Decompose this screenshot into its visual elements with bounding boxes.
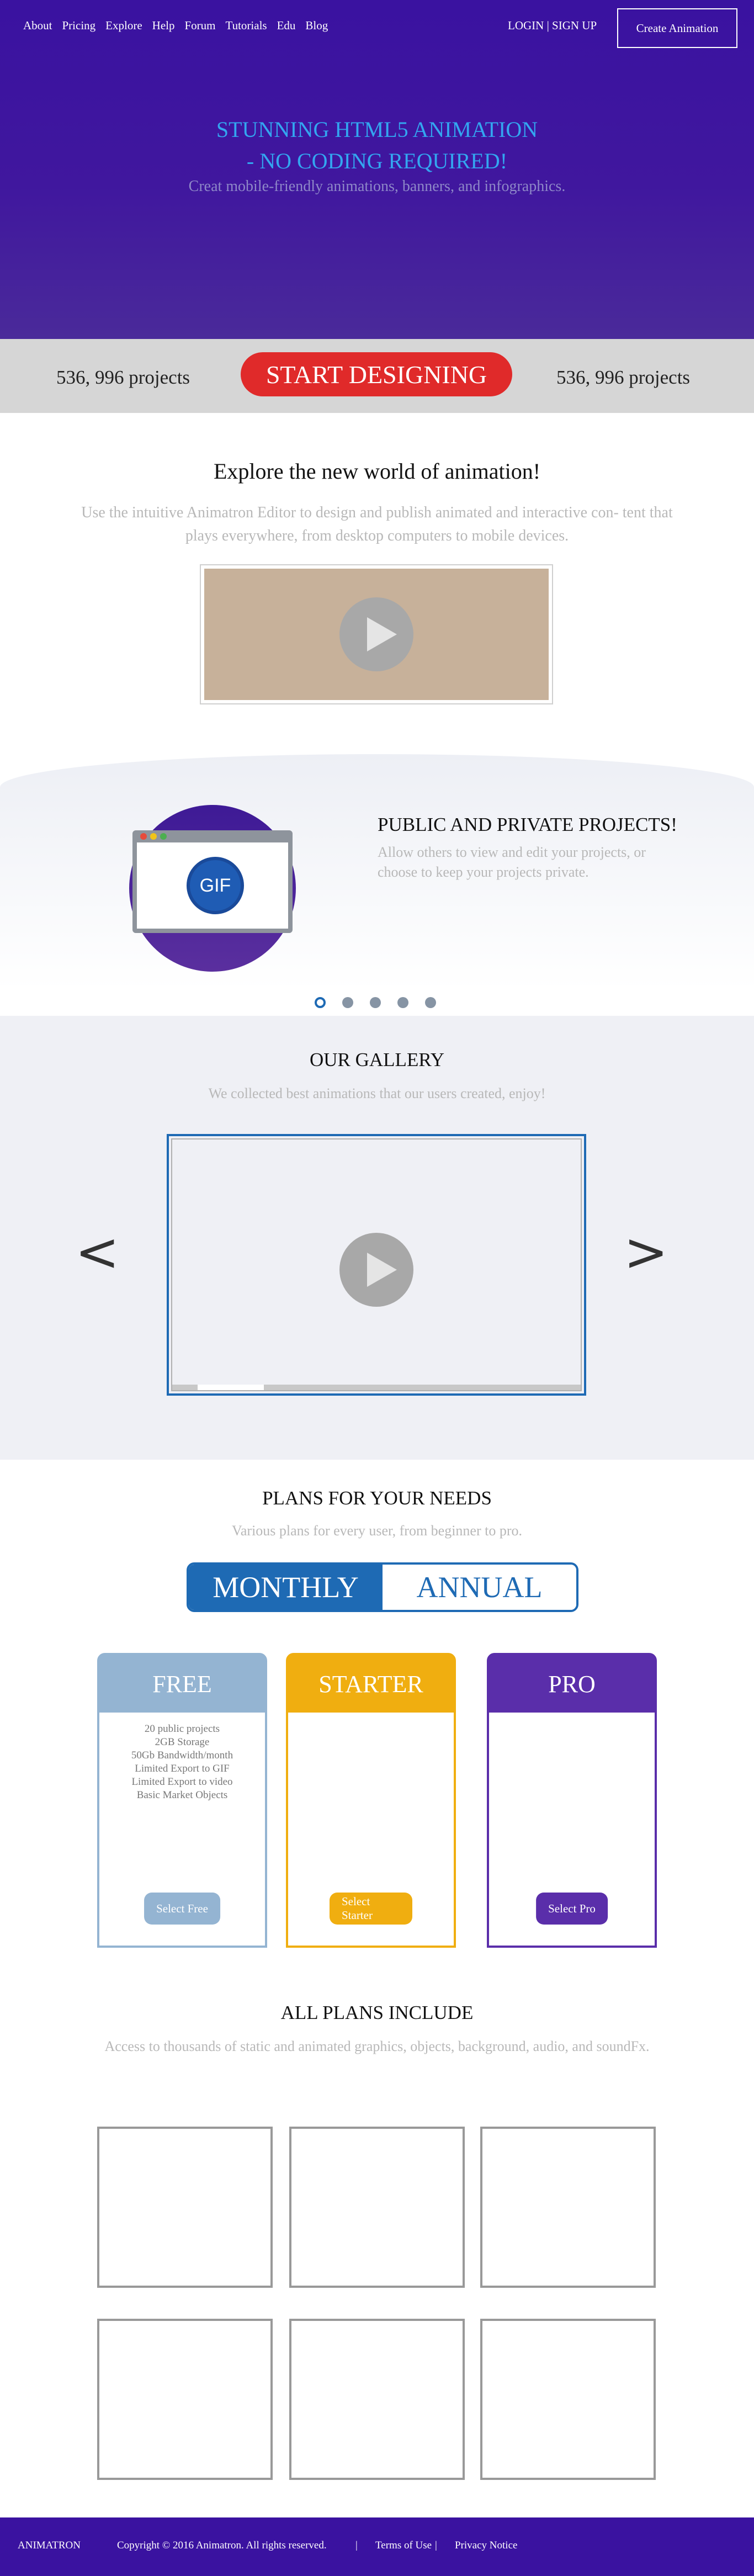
gallery-progress-fill — [198, 1385, 264, 1390]
nav-about[interactable]: About — [23, 19, 52, 33]
plan-feature: Basic Market Objects — [136, 1789, 228, 1801]
toggle-monthly[interactable]: MONTHLY — [189, 1565, 383, 1610]
billing-toggle: MONTHLY ANNUAL — [187, 1562, 578, 1612]
slider-dot-4[interactable] — [397, 997, 408, 1008]
cta-band: 536, 996 projects START DESIGNING 536, 9… — [0, 339, 754, 413]
plans-subtitle: Various plans for every user, from begin… — [231, 1523, 523, 1539]
nav-explore[interactable]: Explore — [105, 19, 142, 33]
login-signup-link[interactable]: LOGIN | SIGN UP — [508, 19, 597, 33]
slider-dot-3[interactable] — [370, 997, 381, 1008]
include-tile — [97, 2127, 273, 2288]
nav-blog[interactable]: Blog — [305, 19, 328, 33]
include-title: ALL PLANS INCLUDE — [280, 2002, 474, 2023]
footer-privacy-link[interactable]: Privacy Notice — [455, 2540, 517, 2552]
window-dot-green — [160, 833, 167, 840]
select-pro-button[interactable]: Select Pro — [536, 1893, 608, 1925]
slider-dot-1[interactable] — [315, 997, 326, 1008]
plan-card-free: FREE 20 public projects 2GB Storage 50Gb… — [97, 1653, 267, 1948]
feature-slider-background — [0, 754, 754, 1016]
nav-edu[interactable]: Edu — [277, 19, 296, 33]
gallery-title: OUR GALLERY — [309, 1049, 445, 1070]
window-dot-red — [140, 833, 147, 840]
gallery-play-icon[interactable] — [339, 1233, 413, 1307]
project-count-left: 536, 996 projects — [56, 367, 190, 388]
plan-name: STARTER — [288, 1655, 454, 1713]
explore-title: Explore the new world of animation! — [213, 459, 541, 484]
select-free-button[interactable]: Select Free — [144, 1893, 220, 1925]
include-subtitle: Access to thousands of static and animat… — [104, 2038, 650, 2054]
feature-text: Allow others to view and edit your proje… — [378, 844, 646, 880]
footer-separator: | — [435, 2540, 437, 2551]
plan-feature: 2GB Storage — [155, 1736, 210, 1748]
feature-title: PUBLIC AND PRIVATE PROJECTS! — [378, 814, 677, 835]
include-tile — [480, 2319, 656, 2480]
hero-subtitle: Creat mobile-friendly animations, banner… — [188, 178, 566, 195]
hero-title: STUNNING HTML5 ANIMATION - NO CODING REQ… — [216, 117, 538, 173]
include-tile — [97, 2319, 273, 2480]
plan-feature: Limited Export to GIF — [135, 1763, 230, 1774]
video-poster — [204, 569, 549, 700]
plans-title: PLANS FOR YOUR NEEDS — [262, 1487, 492, 1509]
create-animation-button[interactable]: Create Animation — [617, 8, 737, 48]
gallery-section: OUR GALLERY We collected best animations… — [0, 1016, 754, 1460]
project-count-right: 536, 996 projects — [556, 367, 691, 388]
footer-separator: | — [355, 2540, 358, 2551]
plan-feature: Limited Export to video — [131, 1776, 233, 1788]
play-icon[interactable] — [339, 597, 413, 671]
main-nav: About Pricing Explore Help Forum Tutoria… — [23, 19, 338, 33]
nav-pricing[interactable]: Pricing — [62, 19, 96, 33]
nav-forum[interactable]: Forum — [184, 19, 215, 33]
gallery-next-arrow[interactable]: > — [624, 1226, 668, 1279]
plan-name: FREE — [99, 1655, 265, 1713]
include-tile — [289, 2319, 465, 2480]
plan-feature: 50Gb Bandwidth/month — [131, 1750, 233, 1761]
plan-card-starter: STARTER Select Starter — [286, 1653, 456, 1948]
site-footer: ANIMATRON Copyright © 2016 Animatron. Al… — [0, 2517, 754, 2576]
window-dot-yellow — [150, 833, 157, 840]
slider-dots — [315, 997, 436, 1008]
start-designing-button[interactable]: START DESIGNING — [241, 352, 512, 396]
gallery-viewport — [171, 1138, 582, 1391]
gallery-subtitle: We collected best animations that our us… — [208, 1085, 546, 1101]
include-tile — [480, 2127, 656, 2288]
toggle-annual[interactable]: ANNUAL — [383, 1565, 576, 1610]
hero-section: About Pricing Explore Help Forum Tutoria… — [0, 0, 754, 339]
select-starter-button[interactable]: Select Starter — [330, 1893, 412, 1925]
footer-terms-link[interactable]: Terms of Use — [375, 2540, 432, 2552]
intro-video[interactable] — [200, 564, 553, 704]
gallery-progress-bar[interactable] — [172, 1385, 581, 1390]
footer-copyright: Copyright © 2016 Animatron. All rights r… — [117, 2540, 327, 2551]
monitor-icon: GIF — [132, 830, 293, 933]
gallery-player[interactable] — [167, 1134, 586, 1396]
plan-feature-list: 20 public projects 2GB Storage 50Gb Band… — [99, 1713, 265, 1802]
explore-text: Use the intuitive Animatron Editor to de… — [81, 504, 673, 544]
include-tile — [289, 2127, 465, 2288]
plan-card-pro: PRO Select Pro — [487, 1653, 657, 1948]
nav-help[interactable]: Help — [152, 19, 175, 33]
gif-badge-icon: GIF — [187, 857, 244, 914]
gallery-prev-arrow[interactable]: < — [75, 1226, 119, 1279]
plan-name: PRO — [489, 1655, 655, 1713]
plan-feature: 20 public projects — [144, 1723, 220, 1735]
footer-brand[interactable]: ANIMATRON — [18, 2540, 81, 2552]
slider-dot-2[interactable] — [342, 997, 353, 1008]
slider-dot-5[interactable] — [425, 997, 436, 1008]
nav-tutorials[interactable]: Tutorials — [226, 19, 267, 33]
